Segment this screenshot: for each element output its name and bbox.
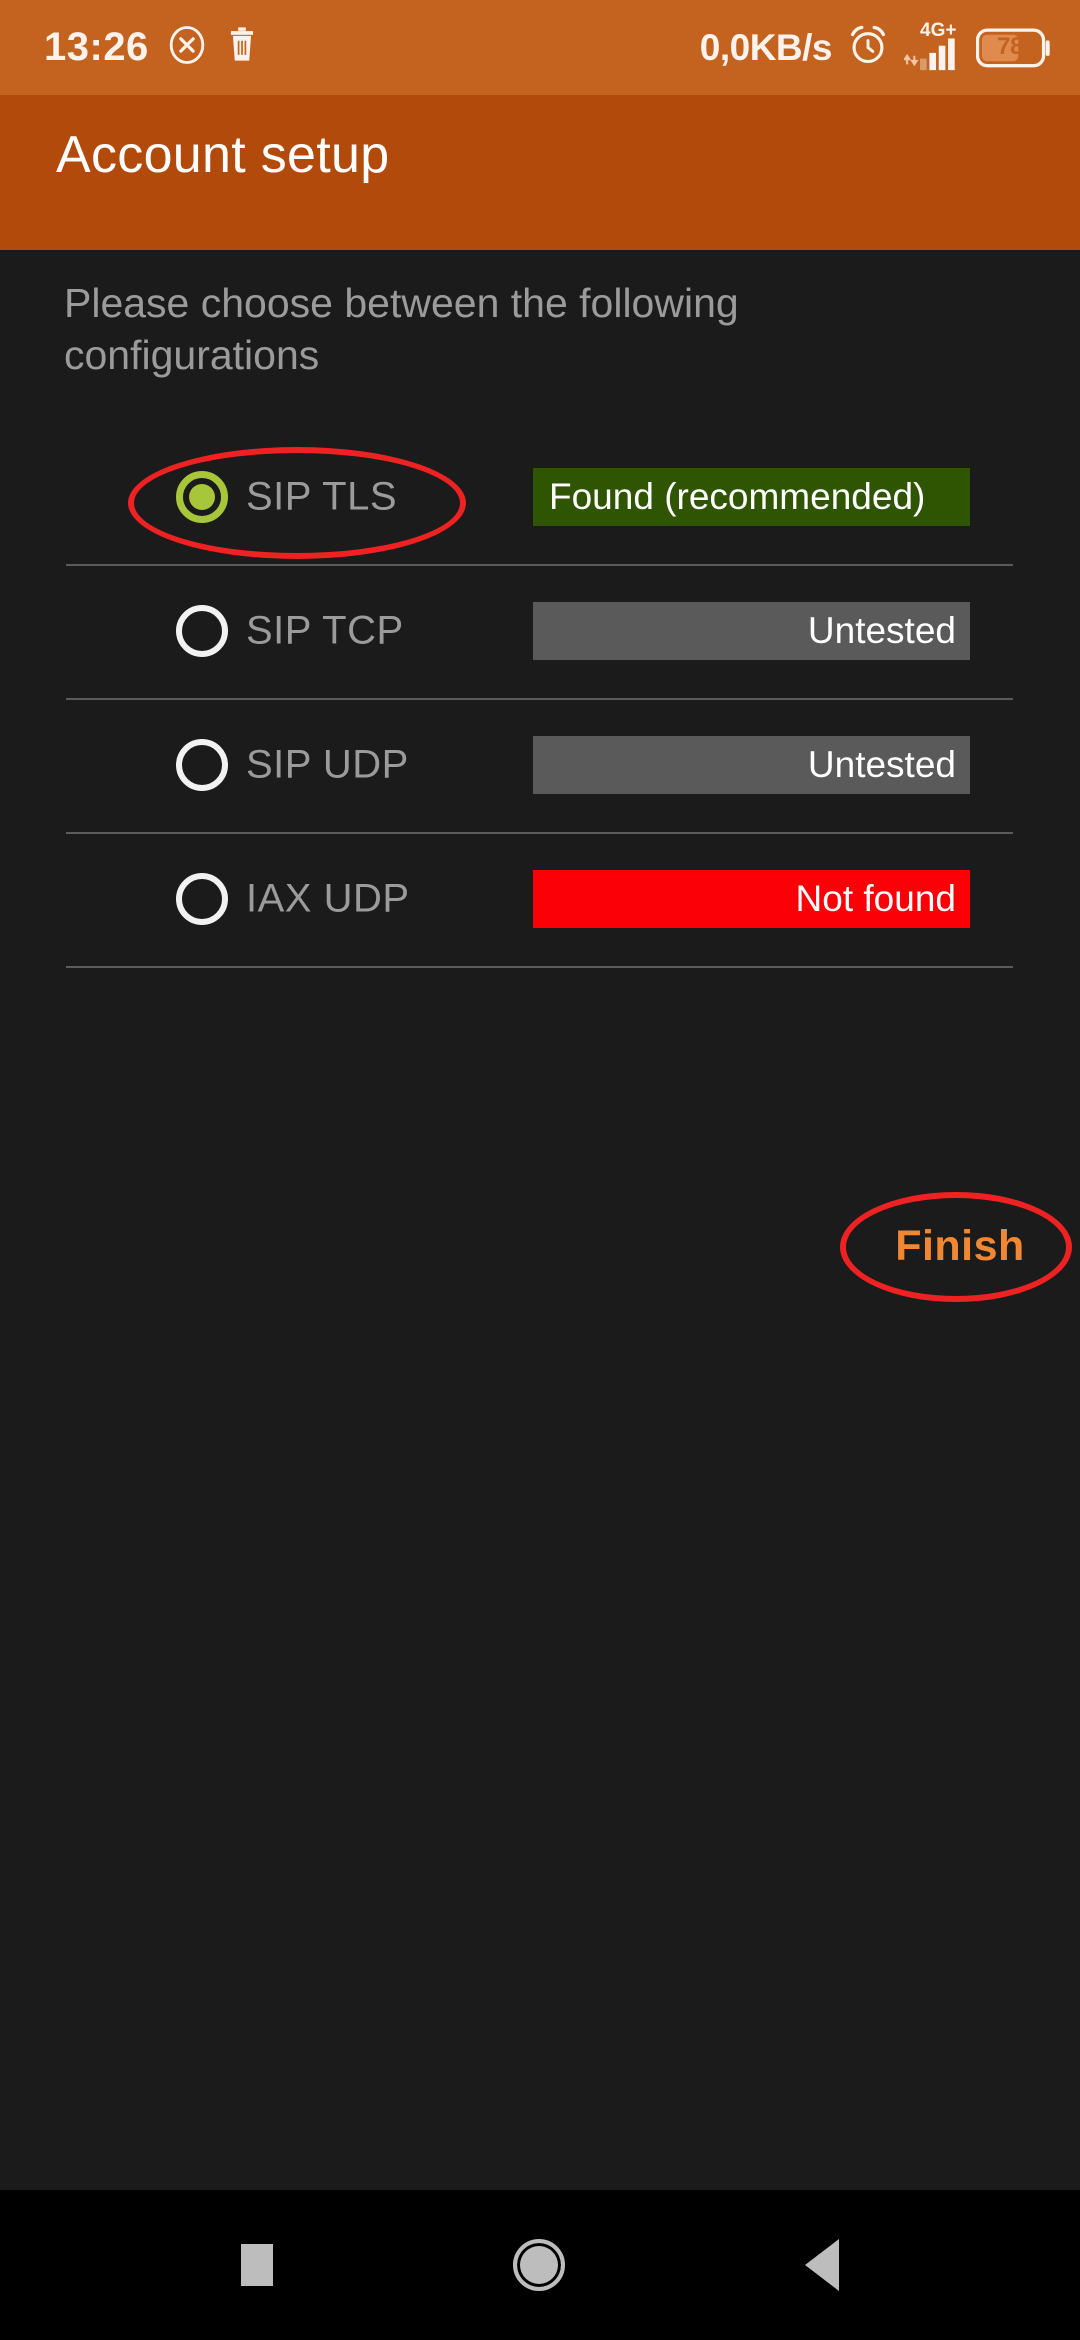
alarm-clock-icon — [846, 23, 890, 72]
radio-sip-tls[interactable] — [176, 471, 228, 523]
option-row-sip-udp[interactable]: SIP UDP Untested — [0, 698, 1080, 832]
network-speed-label: 0,0KB/s — [699, 26, 833, 68]
option-row-sip-tls[interactable]: SIP TLS Found (recommended) — [0, 430, 1080, 564]
status-badge-sip-tls: Found (recommended) — [533, 468, 970, 526]
option-label-iax-udp: IAX UDP — [246, 876, 410, 921]
option-label-sip-tls: SIP TLS — [246, 474, 397, 519]
trash-icon — [225, 26, 259, 69]
status-badge-iax-udp: Not found — [533, 870, 970, 928]
radio-sip-tcp[interactable] — [176, 605, 228, 657]
battery-icon: 78 — [976, 28, 1052, 68]
option-label-sip-udp: SIP UDP — [246, 742, 409, 787]
radio-iax-udp[interactable] — [176, 873, 228, 925]
divider — [66, 966, 1013, 968]
main-content: Please choose between the following conf… — [0, 250, 1080, 2190]
battery-level-label: 78 — [997, 32, 1023, 60]
instructions-text: Please choose between the following conf… — [64, 280, 739, 379]
status-badge-sip-tcp: Untested — [533, 602, 970, 660]
option-row-iax-udp[interactable]: IAX UDP Not found — [0, 832, 1080, 966]
triangle-back-icon[interactable] — [805, 2239, 839, 2291]
status-bar-left: 13:26 — [44, 25, 259, 70]
status-clock: 13:26 — [44, 25, 149, 69]
option-row-sip-tcp[interactable]: SIP TCP Untested — [0, 564, 1080, 698]
page-title: Account setup — [56, 126, 390, 184]
signal-bars-icon: 4G+ — [904, 21, 962, 71]
status-badge-sip-udp: Untested — [533, 736, 970, 794]
navigation-bar — [0, 2190, 1080, 2340]
circle-x-icon — [167, 25, 207, 70]
circle-home-icon[interactable] — [513, 2239, 565, 2291]
radio-sip-udp[interactable] — [176, 739, 228, 791]
status-bar-right: 0,0KB/s 4G+ 78 — [699, 21, 1052, 72]
option-label-sip-tcp: SIP TCP — [246, 608, 404, 653]
status-bar: 13:26 0,0KB/s 4G+ 78 — [0, 0, 1080, 95]
configuration-options-list: SIP TLS Found (recommended) SIP TCP Unte… — [0, 430, 1080, 968]
finish-button[interactable]: Finish — [880, 1222, 1040, 1271]
square-recents-icon[interactable] — [241, 2244, 273, 2286]
